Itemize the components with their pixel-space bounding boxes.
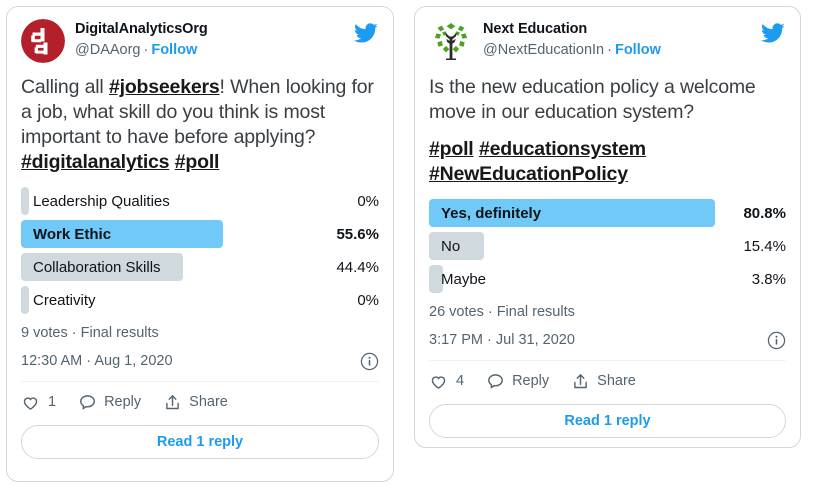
hashtag-educationsystem[interactable]: #educationsystem: [479, 138, 646, 160]
handle-row: @NextEducationIn · Follow: [483, 40, 661, 60]
hashtag-block: #poll #educationsystem #NewEducationPoli…: [429, 137, 786, 187]
display-name: DigitalAnalyticsOrg: [75, 21, 208, 37]
poll-row[interactable]: Creativity 0%: [21, 286, 379, 314]
hashtag-poll[interactable]: #poll: [429, 138, 474, 160]
reply-label: Reply: [512, 373, 550, 389]
twitter-bird-icon[interactable]: [760, 21, 786, 45]
info-circle-icon[interactable]: [767, 331, 786, 350]
tweet-text-pre: Is the new education policy a welcome mo…: [429, 76, 756, 123]
share-button[interactable]: Share: [163, 393, 228, 412]
tweet-text: Is the new education policy a welcome mo…: [429, 75, 786, 187]
timestamp-row: 3:17 PM · Jul 31, 2020: [429, 327, 786, 353]
poll-row[interactable]: Yes, definitely 80.8%: [429, 199, 786, 227]
poll-row[interactable]: Leadership Qualities 0%: [21, 187, 379, 215]
like-count: 1: [48, 394, 57, 410]
hashtag-digitalanalytics[interactable]: #digitalanalytics: [21, 151, 170, 173]
poll-option-label: Work Ethic: [33, 225, 112, 243]
name-block: Next Education @NextEducationIn · Follow: [483, 19, 661, 60]
poll-track: No: [429, 232, 733, 260]
read-replies-button[interactable]: Read 1 reply: [429, 404, 786, 438]
handle-row: @DAAorg · Follow: [75, 40, 208, 60]
handle: @NextEducationIn: [483, 42, 605, 58]
poll-option-percent: 15.4%: [743, 237, 786, 255]
handle: @DAAorg: [75, 42, 141, 58]
twitter-poll-embeds: DigitalAnalyticsOrg @DAAorg · Follow Calli…: [0, 0, 820, 500]
poll-option-percent: 80.8%: [743, 204, 786, 222]
poll-option-label: Leadership Qualities: [33, 192, 170, 210]
poll-option-percent: 55.6%: [336, 225, 379, 243]
hashtag-poll[interactable]: #poll: [175, 151, 220, 173]
like-button[interactable]: 1: [21, 393, 56, 412]
poll-row[interactable]: Work Ethic 55.6%: [21, 220, 379, 248]
timestamp-row: 12:30 AM · Aug 1, 2020: [21, 348, 379, 374]
display-name: Next Education: [483, 21, 588, 37]
tweet-timestamp[interactable]: 3:17 PM · Jul 31, 2020: [429, 332, 575, 348]
poll-option-percent: 0%: [357, 291, 379, 309]
poll-option-percent: 44.4%: [336, 258, 379, 276]
poll-track: Collaboration Skills: [21, 253, 326, 281]
divider: [429, 360, 786, 361]
share-button[interactable]: Share: [571, 372, 636, 391]
poll-results: Yes, definitely 80.8% No 15.4% Maybe 3.8…: [429, 199, 786, 322]
poll-meta: 9 votes · Final results: [21, 325, 159, 341]
follow-link[interactable]: Follow: [615, 42, 661, 58]
share-label: Share: [597, 373, 636, 389]
poll-row[interactable]: Collaboration Skills 44.4%: [21, 253, 379, 281]
poll-track: Creativity: [21, 286, 347, 314]
poll-track: Work Ethic: [21, 220, 326, 248]
reply-button[interactable]: Reply: [78, 393, 141, 412]
tweet-card-next-education[interactable]: Next Education @NextEducationIn · Follow I…: [414, 6, 801, 448]
poll-option-label: Maybe: [441, 270, 487, 288]
text-spacer: [429, 125, 786, 137]
poll-option-percent: 3.8%: [751, 270, 786, 288]
reply-button[interactable]: Reply: [486, 372, 549, 391]
poll-option-label: Creativity: [33, 291, 96, 309]
info-circle-icon[interactable]: [360, 352, 379, 371]
divider: [21, 381, 379, 382]
poll-bar: [21, 286, 29, 314]
like-count: 4: [456, 373, 465, 389]
tweet-timestamp[interactable]: 12:30 AM · Aug 1, 2020: [21, 353, 173, 369]
reply-label: Reply: [104, 394, 142, 410]
tweet-header: DigitalAnalyticsOrg @DAAorg · Follow: [21, 19, 379, 67]
twitter-bird-icon[interactable]: [353, 21, 379, 45]
tweet-header: Next Education @NextEducationIn · Follow: [429, 19, 786, 67]
poll-row[interactable]: Maybe 3.8%: [429, 265, 786, 293]
tweet-text: Calling all #jobseekers! When looking fo…: [21, 75, 379, 175]
tweet-card-digital-analytics-org[interactable]: DigitalAnalyticsOrg @DAAorg · Follow Calli…: [6, 6, 394, 482]
tweet-actions: 1 Reply Share: [21, 385, 379, 419]
handle-separator: ·: [143, 42, 149, 58]
avatar-green-tree[interactable]: [429, 19, 473, 63]
poll-row[interactable]: No 15.4%: [429, 232, 786, 260]
poll-option-label: No: [441, 237, 461, 255]
tweet-actions: 4 Reply Share: [429, 364, 786, 398]
read-replies-button[interactable]: Read 1 reply: [21, 425, 379, 459]
share-label: Share: [189, 394, 228, 410]
poll-results: Leadership Qualities 0% Work Ethic 55.6%…: [21, 187, 379, 343]
avatar-da-monogram[interactable]: [21, 19, 65, 63]
poll-track: Leadership Qualities: [21, 187, 347, 215]
poll-bar: [21, 187, 29, 215]
poll-meta: 26 votes · Final results: [429, 304, 575, 320]
handle-separator: ·: [607, 42, 612, 58]
hashtag-jobseekers[interactable]: #jobseekers: [109, 76, 220, 98]
hashtag-neweducationpolicy[interactable]: #NewEducationPolicy: [429, 163, 628, 185]
poll-option-label: Collaboration Skills: [33, 258, 161, 276]
poll-option-label: Yes, definitely: [441, 204, 542, 222]
poll-option-percent: 0%: [357, 192, 379, 210]
tweet-text-pre: Calling all: [21, 76, 109, 98]
like-button[interactable]: 4: [429, 372, 464, 391]
hashtag-block: #digitalanalytics #poll: [21, 150, 379, 175]
poll-track: Maybe: [429, 265, 742, 293]
name-block: DigitalAnalyticsOrg @DAAorg · Follow: [75, 19, 208, 60]
poll-track: Yes, definitely: [429, 199, 733, 227]
follow-link[interactable]: Follow: [151, 42, 197, 58]
